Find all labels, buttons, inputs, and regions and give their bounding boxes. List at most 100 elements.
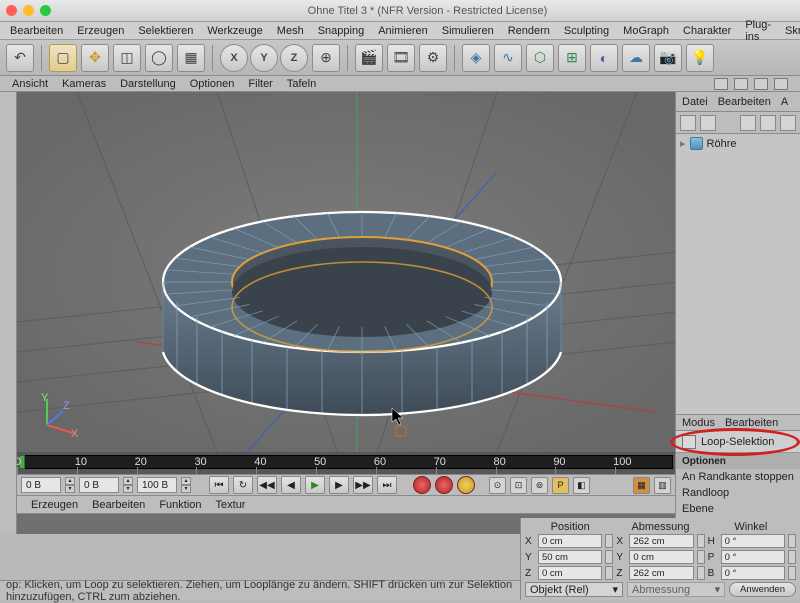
tree-item-tube[interactable]: ▸ Röhre xyxy=(680,137,796,150)
key-pla-toggle[interactable]: ◧ xyxy=(573,477,590,494)
timeline-end-field[interactable]: 100 B xyxy=(137,477,177,493)
timeline-pos-field[interactable]: 0 B xyxy=(79,477,119,493)
key-rot-toggle[interactable]: ⊚ xyxy=(531,477,548,494)
object-tree[interactable]: ▸ Röhre xyxy=(676,134,800,414)
next-key-button[interactable]: ▶▶ xyxy=(353,476,373,494)
low-tab[interactable]: Erzeugen xyxy=(31,499,78,511)
primitive-cube-button[interactable]: ◈ xyxy=(462,44,490,72)
coord-mode-dropdown[interactable]: Objekt (Rel)▾ xyxy=(525,582,623,597)
ang-field[interactable]: 0 ° xyxy=(721,534,785,548)
recent-tool[interactable]: ▦ xyxy=(177,44,205,72)
vp-nav-icon[interactable] xyxy=(774,78,788,90)
ang-field[interactable]: 0 ° xyxy=(721,566,785,580)
play-button[interactable]: ▶ xyxy=(305,476,325,494)
om-icon[interactable] xyxy=(680,115,696,131)
low-tab[interactable]: Funktion xyxy=(159,499,201,511)
dim-field[interactable]: 262 cm xyxy=(629,566,693,580)
render-settings-button[interactable]: ⚙ xyxy=(419,44,447,72)
goto-end-button[interactable]: ⏭ xyxy=(377,476,397,494)
tube-object[interactable] xyxy=(17,92,675,452)
layout-toggle[interactable]: ▦ xyxy=(633,477,650,494)
pos-field[interactable]: 50 cm xyxy=(538,550,602,564)
om-icon[interactable] xyxy=(760,115,776,131)
om-icon[interactable] xyxy=(700,115,716,131)
vp-nav-icon[interactable] xyxy=(754,78,768,90)
menu-item[interactable]: Sculpting xyxy=(564,25,609,37)
menu-item[interactable]: Animieren xyxy=(378,25,428,37)
axis-x-toggle[interactable]: X xyxy=(220,44,248,72)
menu-item[interactable]: Bearbeiten xyxy=(10,25,63,37)
next-frame-button[interactable]: ▶ xyxy=(329,476,349,494)
loop-button[interactable]: ↻ xyxy=(233,476,253,494)
axis-z-toggle[interactable]: Z xyxy=(280,44,308,72)
om-tab[interactable]: Bearbeiten xyxy=(718,96,771,108)
minimize-icon[interactable] xyxy=(23,5,34,16)
keyframe-sel-button[interactable] xyxy=(457,476,475,494)
viewport-3d[interactable]: Zentralperspektive xyxy=(17,92,675,534)
undo-button[interactable]: ↶ xyxy=(6,44,34,72)
menu-item[interactable]: Erzeugen xyxy=(77,25,124,37)
om-tab[interactable]: A xyxy=(781,96,788,108)
menu-item[interactable]: Snapping xyxy=(318,25,365,37)
dim-field[interactable]: 0 cm xyxy=(629,550,693,564)
record-button[interactable] xyxy=(413,476,431,494)
spline-button[interactable]: ∿ xyxy=(494,44,522,72)
om-icon[interactable] xyxy=(780,115,796,131)
prev-frame-button[interactable]: ◀ xyxy=(281,476,301,494)
apply-button[interactable]: Anwenden xyxy=(729,582,796,597)
select-tool[interactable]: ▢ xyxy=(49,44,77,72)
mode-palette[interactable] xyxy=(0,92,17,534)
coord-system-button[interactable]: ⊕ xyxy=(312,44,340,72)
render-pv-button[interactable]: 🎞 xyxy=(387,44,415,72)
vp-nav-icon[interactable] xyxy=(734,78,748,90)
layout-toggle[interactable]: ▥ xyxy=(654,477,671,494)
option-row[interactable]: An Randkante stoppen xyxy=(676,469,800,485)
om-icon[interactable] xyxy=(740,115,756,131)
key-pos-toggle[interactable]: ⊙ xyxy=(489,477,506,494)
rotate-tool[interactable]: ◯ xyxy=(145,44,173,72)
vp-nav-icon[interactable] xyxy=(714,78,728,90)
attr-tab[interactable]: Bearbeiten xyxy=(725,417,778,429)
render-view-button[interactable]: 🎬 xyxy=(355,44,383,72)
move-tool[interactable]: ✥ xyxy=(81,44,109,72)
menu-item[interactable]: Rendern xyxy=(508,25,550,37)
axis-y-toggle[interactable]: Y xyxy=(250,44,278,72)
coord-dim-dropdown[interactable]: Abmessung▾ xyxy=(627,582,725,597)
ang-field[interactable]: 0 ° xyxy=(721,550,785,564)
om-tab[interactable]: Datei xyxy=(682,96,708,108)
menu-item[interactable]: MoGraph xyxy=(623,25,669,37)
autokey-button[interactable] xyxy=(435,476,453,494)
timeline-start-field[interactable]: 0 B xyxy=(21,477,61,493)
key-param-toggle[interactable]: P xyxy=(552,477,569,494)
attr-tab[interactable]: Modus xyxy=(682,417,715,429)
scale-tool[interactable]: ◫ xyxy=(113,44,141,72)
menu-item[interactable]: Simulieren xyxy=(442,25,494,37)
tool-row[interactable]: Loop-Selektion xyxy=(676,431,800,453)
goto-start-button[interactable]: ⏮ xyxy=(209,476,229,494)
pos-field[interactable]: 0 cm xyxy=(538,566,602,580)
menu-item[interactable]: Skript xyxy=(785,25,800,37)
vp-menu-item[interactable]: Ansicht xyxy=(12,78,48,90)
vp-menu-item[interactable]: Darstellung xyxy=(120,78,176,90)
prev-key-button[interactable]: ◀◀ xyxy=(257,476,277,494)
option-row[interactable]: Randloop xyxy=(676,485,800,501)
pos-field[interactable]: 0 cm xyxy=(538,534,602,548)
vp-menu-item[interactable]: Kameras xyxy=(62,78,106,90)
camera-button[interactable]: 📷 xyxy=(654,44,682,72)
vp-menu-item[interactable]: Optionen xyxy=(190,78,235,90)
low-tab[interactable]: Bearbeiten xyxy=(92,499,145,511)
dim-field[interactable]: 262 cm xyxy=(629,534,693,548)
key-scl-toggle[interactable]: ⊡ xyxy=(510,477,527,494)
menu-item[interactable]: Charakter xyxy=(683,25,731,37)
nurbs-button[interactable]: ⬡ xyxy=(526,44,554,72)
deformer-button[interactable]: ◐ xyxy=(590,44,618,72)
option-row[interactable]: Ebene xyxy=(676,501,800,517)
timeline-ruler[interactable]: 0102030405060708090100 xyxy=(17,452,675,474)
vp-menu-item[interactable]: Tafeln xyxy=(287,78,316,90)
menu-item[interactable]: Werkzeuge xyxy=(207,25,262,37)
light-button[interactable]: 💡 xyxy=(686,44,714,72)
close-icon[interactable] xyxy=(6,5,17,16)
environment-button[interactable]: ☁ xyxy=(622,44,650,72)
maximize-icon[interactable] xyxy=(40,5,51,16)
menu-item[interactable]: Selektieren xyxy=(138,25,193,37)
